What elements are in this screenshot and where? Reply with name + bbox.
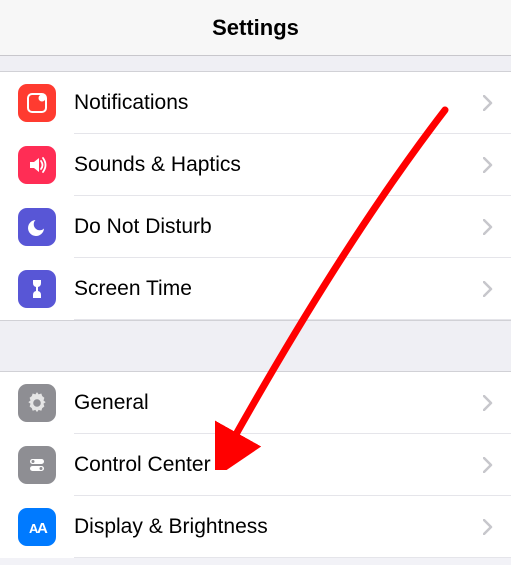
- chevron-right-icon: [483, 387, 493, 418]
- chevron-right-icon: [483, 87, 493, 118]
- page-title: Settings: [212, 15, 299, 41]
- settings-row-display[interactable]: A A Display & Brightness: [0, 496, 511, 558]
- chevron-right-icon: [483, 273, 493, 304]
- row-label: Display & Brightness: [74, 515, 268, 539]
- screentime-icon: [18, 270, 56, 308]
- chevron-right-icon: [483, 511, 493, 542]
- notifications-icon: [18, 84, 56, 122]
- section-separator: [0, 56, 511, 72]
- row-label: Do Not Disturb: [74, 215, 212, 239]
- settings-row-notifications[interactable]: Notifications: [0, 72, 511, 134]
- chevron-right-icon: [483, 449, 493, 480]
- row-label: Screen Time: [74, 277, 192, 301]
- section-separator: [0, 320, 511, 372]
- settings-row-controlcenter[interactable]: Control Center: [0, 434, 511, 496]
- row-label: General: [74, 391, 149, 415]
- row-label: Sounds & Haptics: [74, 153, 241, 177]
- display-icon: A A: [18, 508, 56, 546]
- header: Settings: [0, 0, 511, 56]
- controlcenter-icon: [18, 446, 56, 484]
- row-label: Notifications: [74, 91, 188, 115]
- sounds-icon: [18, 146, 56, 184]
- settings-row-general[interactable]: General: [0, 372, 511, 434]
- settings-list-section-1: Notifications Sounds & Haptics: [0, 72, 511, 320]
- settings-row-dnd[interactable]: Do Not Disturb: [0, 196, 511, 258]
- chevron-right-icon: [483, 149, 493, 180]
- svg-text:A: A: [37, 520, 48, 537]
- row-label: Control Center: [74, 453, 211, 477]
- settings-row-screentime[interactable]: Screen Time: [0, 258, 511, 320]
- chevron-right-icon: [483, 211, 493, 242]
- general-icon: [18, 384, 56, 422]
- settings-list-section-2: General Control Center A A: [0, 372, 511, 558]
- settings-row-sounds[interactable]: Sounds & Haptics: [0, 134, 511, 196]
- dnd-icon: [18, 208, 56, 246]
